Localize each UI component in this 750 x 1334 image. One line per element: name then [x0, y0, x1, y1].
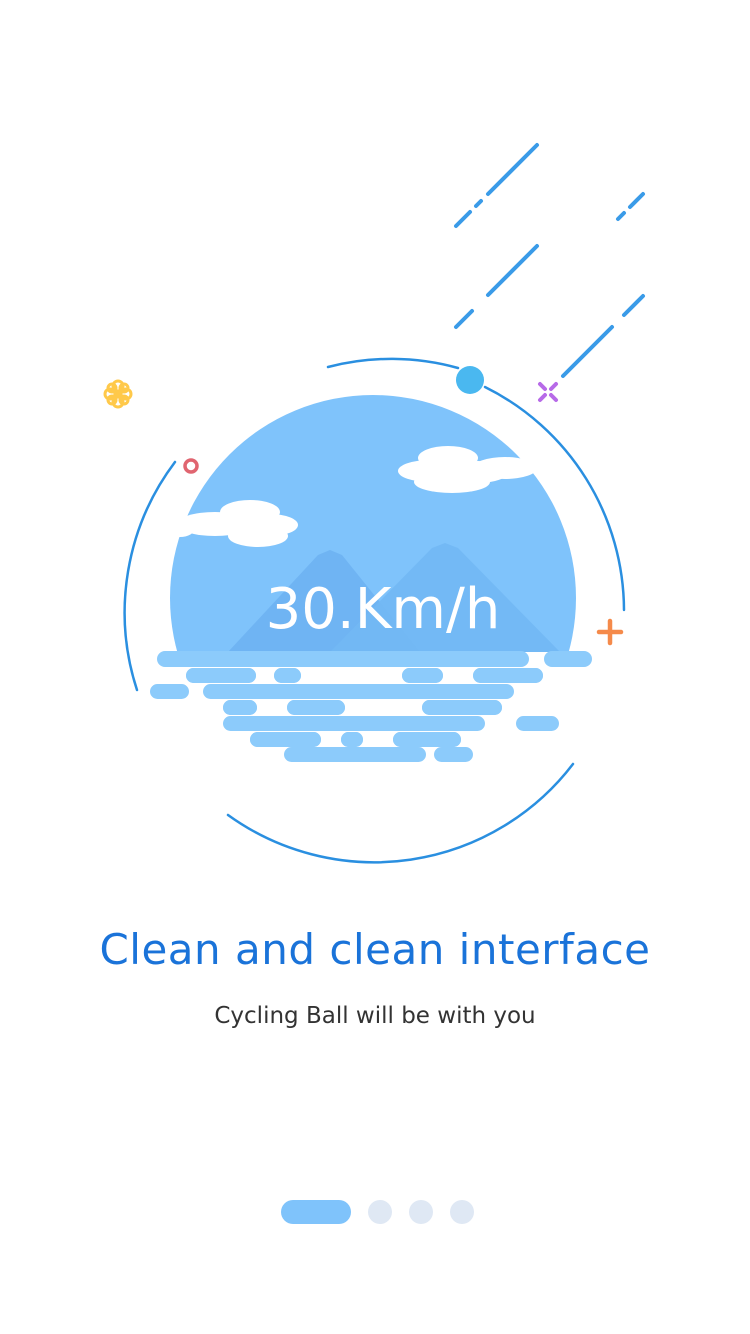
- water-strip: [284, 747, 426, 762]
- page-indicator: [281, 1200, 474, 1224]
- page-dot[interactable]: [409, 1200, 433, 1224]
- water-strip: [203, 684, 514, 699]
- meteor-line: [616, 211, 626, 221]
- cross-icon: [538, 382, 558, 402]
- meteor-line: [561, 325, 614, 378]
- meteor-line: [486, 143, 539, 196]
- water-strip: [223, 716, 485, 731]
- meteor-lines: [454, 143, 645, 378]
- meteor-line: [622, 294, 645, 317]
- water-strip: [434, 747, 473, 762]
- water-strip: [544, 651, 592, 667]
- water-strip: [516, 716, 559, 731]
- flower-icon: [103, 379, 133, 409]
- onboarding-screen: 30.Km/h Clean and clean interface Cyclin…: [0, 0, 750, 1334]
- meteor-line: [474, 199, 483, 208]
- water-strip: [150, 684, 189, 699]
- orbit-dot-icon: [456, 366, 484, 394]
- water-strip: [157, 651, 529, 667]
- onboarding-subtitle: Cycling Ball will be with you: [214, 1003, 536, 1029]
- meteor-line: [628, 192, 645, 209]
- page-dot[interactable]: [368, 1200, 392, 1224]
- plus-icon: [596, 618, 624, 646]
- page-dot[interactable]: [450, 1200, 474, 1224]
- meteor-line: [454, 210, 472, 228]
- meteor-line: [486, 244, 539, 297]
- orbit-arc-top: [326, 357, 460, 370]
- hero-illustration: 30.Km/h: [103, 143, 645, 864]
- onboarding-title: Clean and clean interface: [99, 925, 651, 974]
- orbit-arc-bottom: [226, 762, 575, 864]
- ring-icon: [183, 458, 199, 474]
- page-dot-active[interactable]: [281, 1200, 351, 1224]
- meteor-line: [454, 309, 474, 329]
- speed-label: 30.Km/h: [266, 577, 501, 642]
